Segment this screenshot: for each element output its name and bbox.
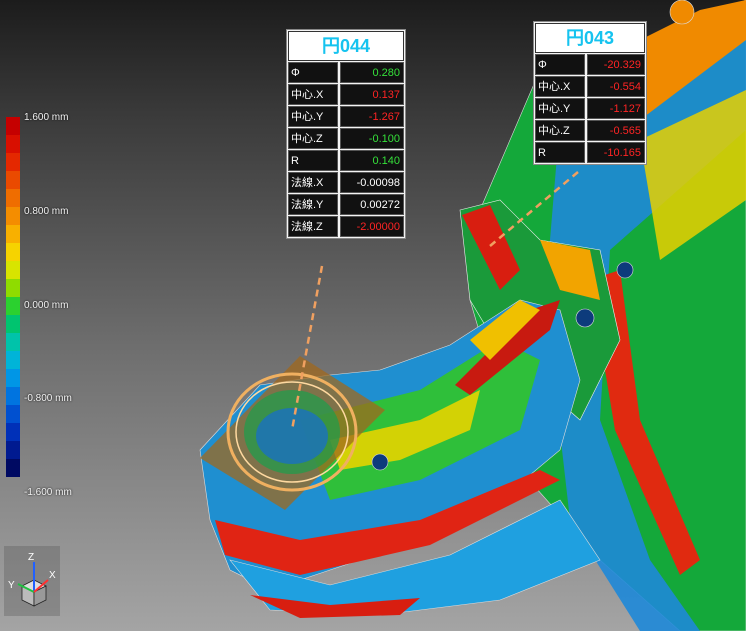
scale-segment — [6, 243, 20, 261]
row-value: -2.00000 — [340, 216, 404, 237]
row-value: 0.280 — [340, 62, 404, 83]
row-value: -20.329 — [587, 54, 645, 75]
scale-tick-zero: 0.000 mm — [24, 300, 69, 311]
bolt-hole-4 — [669, 0, 695, 25]
circle-044-title: 円044 — [288, 31, 404, 61]
table-row: 中心.Z -0.565 — [535, 120, 645, 141]
scale-segment — [6, 441, 20, 459]
table-row: 中心.Y -1.127 — [535, 98, 645, 119]
scale-segment — [6, 333, 20, 351]
triad-x-label: X — [49, 570, 56, 581]
scale-segment — [6, 189, 20, 207]
scale-segment — [6, 351, 20, 369]
deviation-color-scale — [6, 117, 20, 495]
axis-triad[interactable]: Z Y X — [4, 546, 60, 616]
row-label: 中心.X — [288, 84, 338, 105]
row-label: Φ — [535, 54, 585, 75]
table-row: 中心.Z -0.100 — [288, 128, 404, 149]
row-value: -10.165 — [587, 142, 645, 163]
row-value: -1.127 — [587, 98, 645, 119]
scale-tick-low: -0.800 mm — [24, 393, 72, 404]
row-label: 法線.Z — [288, 216, 338, 237]
scale-segment — [6, 135, 20, 153]
bushing-ring-hole-core — [256, 408, 328, 464]
table-row: 中心.X 0.137 — [288, 84, 404, 105]
row-value: -0.00098 — [340, 172, 404, 193]
scale-segment — [6, 261, 20, 279]
row-label: 法線.Y — [288, 194, 338, 215]
row-label: Φ — [288, 62, 338, 83]
row-label: 中心.Z — [288, 128, 338, 149]
row-value: -0.100 — [340, 128, 404, 149]
triad-y-label: Y — [8, 580, 15, 591]
circle-043-title: 円043 — [535, 23, 645, 53]
table-row: 法線.Y 0.00272 — [288, 194, 404, 215]
bolt-hole-2 — [575, 308, 595, 328]
row-value: -0.565 — [587, 120, 645, 141]
scale-segment — [6, 297, 20, 315]
table-row: 法線.X -0.00098 — [288, 172, 404, 193]
scale-tick-max: 1.600 mm — [24, 112, 69, 123]
scale-segment — [6, 369, 20, 387]
row-value: -1.267 — [340, 106, 404, 127]
scale-segment — [6, 423, 20, 441]
row-label: 法線.X — [288, 172, 338, 193]
bolt-hole-1 — [371, 453, 389, 471]
scale-segment — [6, 117, 20, 135]
scale-segment — [6, 171, 20, 189]
table-row: 中心.X -0.554 — [535, 76, 645, 97]
row-value: -0.554 — [587, 76, 645, 97]
scale-segment — [6, 225, 20, 243]
triad-z-label: Z — [28, 552, 34, 563]
scale-tick-high: 0.800 mm — [24, 206, 69, 217]
circle-043-result-table[interactable]: 円043 Φ -20.329 中心.X -0.554 中心.Y -1.127 中心.Z -0.… — [533, 21, 647, 165]
row-label: 中心.Y — [535, 98, 585, 119]
row-label: 中心.Z — [535, 120, 585, 141]
scale-segment — [6, 279, 20, 297]
table-row: 法線.Z -2.00000 — [288, 216, 404, 237]
row-label: R — [288, 150, 338, 171]
scale-segment — [6, 387, 20, 405]
table-row: Φ -20.329 — [535, 54, 645, 75]
scale-segment — [6, 153, 20, 171]
scale-segment — [6, 207, 20, 225]
row-label: R — [535, 142, 585, 163]
scale-segment — [6, 459, 20, 477]
row-value: 0.140 — [340, 150, 404, 171]
row-label: 中心.X — [535, 76, 585, 97]
row-label: 中心.Y — [288, 106, 338, 127]
bolt-hole-3 — [616, 261, 634, 279]
scale-segment — [6, 315, 20, 333]
scale-tick-min: -1.600 mm — [24, 487, 72, 498]
table-row: R 0.140 — [288, 150, 404, 171]
row-value: 0.137 — [340, 84, 404, 105]
table-row: R -10.165 — [535, 142, 645, 163]
circle-044-result-table[interactable]: 円044 Φ 0.280 中心.X 0.137 中心.Y -1.267 中心.Z -0.100… — [286, 29, 406, 239]
table-row: Φ 0.280 — [288, 62, 404, 83]
table-row: 中心.Y -1.267 — [288, 106, 404, 127]
row-value: 0.00272 — [340, 194, 404, 215]
scale-segment — [6, 405, 20, 423]
